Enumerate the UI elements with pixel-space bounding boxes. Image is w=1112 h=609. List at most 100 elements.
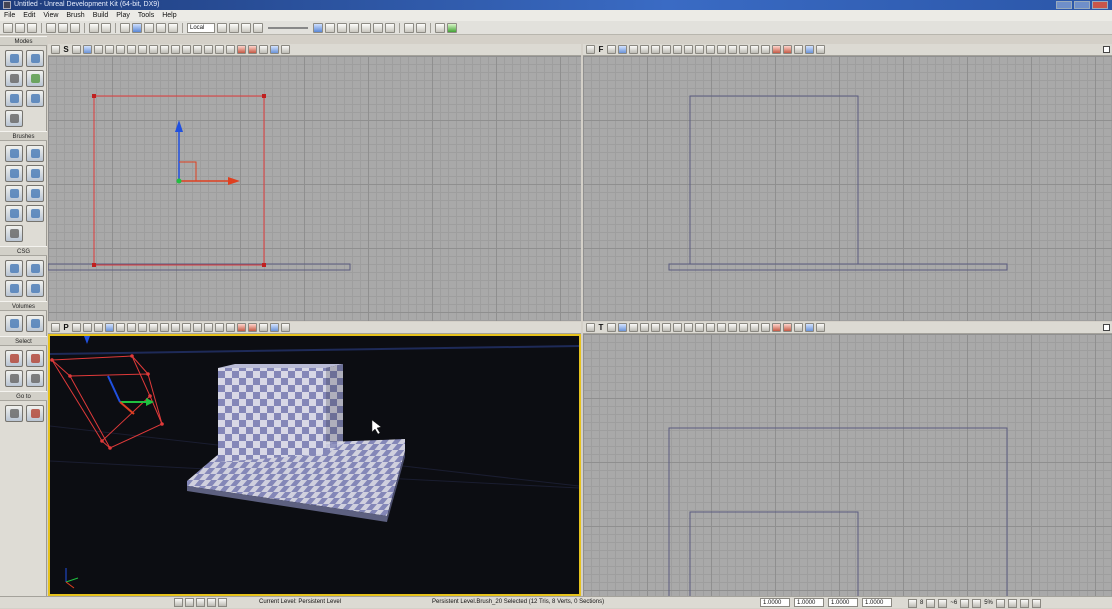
sound-icon[interactable]	[1019, 599, 1029, 608]
realtime-icon[interactable]	[761, 323, 770, 332]
light-complexity-icon[interactable]	[684, 323, 693, 332]
spiral-stair-brush-icon[interactable]	[5, 205, 23, 222]
terrain-mode-icon[interactable]	[5, 70, 23, 87]
lighting-info-icon[interactable]	[193, 323, 202, 332]
detail-lighting-icon[interactable]	[662, 45, 671, 54]
build-lighting-icon[interactable]	[325, 22, 335, 33]
menu-file[interactable]: File	[4, 10, 15, 21]
unlit-icon[interactable]	[105, 45, 114, 54]
lock-view-icon[interactable]	[783, 45, 792, 54]
brush-vertex[interactable]	[92, 94, 96, 98]
light-complexity-icon[interactable]	[149, 323, 158, 332]
maximize-button[interactable]	[1074, 1, 1090, 9]
build-paths-icon[interactable]	[337, 22, 347, 33]
menu-brush[interactable]: Brush	[66, 10, 84, 21]
matinee-icon[interactable]	[253, 22, 263, 33]
go-to-actor-icon[interactable]	[5, 405, 23, 422]
viewport-side[interactable]: S	[48, 44, 581, 321]
stats-icon[interactable]	[237, 45, 246, 54]
lit-icon[interactable]	[116, 323, 125, 332]
pivot-point[interactable]	[176, 178, 182, 184]
texture-density-icon[interactable]	[160, 45, 169, 54]
shader-complexity-icon[interactable]	[706, 323, 715, 332]
unlit-icon[interactable]	[105, 323, 114, 332]
csg-deintersect-icon[interactable]	[26, 280, 44, 297]
plane-handle[interactable]	[179, 161, 197, 181]
viewport-options-icon[interactable]	[586, 45, 595, 54]
wireframe-icon[interactable]	[94, 45, 103, 54]
csg-subtract-icon[interactable]	[26, 260, 44, 277]
window-title-bar[interactable]: Untitled - Unreal Development Kit (64-bi…	[0, 0, 1112, 10]
light-complexity-icon[interactable]	[149, 45, 158, 54]
scale-snap-icon[interactable]	[972, 599, 982, 608]
wireframe-icon[interactable]	[629, 45, 638, 54]
maximize-viewport-icon[interactable]	[794, 323, 803, 332]
binoculars-icon[interactable]	[217, 22, 227, 33]
menu-view[interactable]: View	[43, 10, 58, 21]
lighting-icon[interactable]	[373, 22, 383, 33]
grid-snap-icon[interactable]	[908, 599, 917, 608]
wireframe-icon[interactable]	[94, 323, 103, 332]
detail-lighting-icon[interactable]	[127, 323, 136, 332]
csg-add-icon[interactable]	[5, 260, 23, 277]
x-axis-arrow[interactable]	[119, 401, 135, 415]
redo-icon[interactable]	[101, 22, 111, 33]
translate-icon[interactable]	[132, 22, 142, 33]
world-properties-icon[interactable]	[218, 598, 227, 607]
reflections-icon[interactable]	[739, 323, 748, 332]
sheet-brush-icon[interactable]	[26, 185, 44, 202]
realtime-icon[interactable]	[761, 45, 770, 54]
lock-view-icon[interactable]	[783, 323, 792, 332]
lock-icon[interactable]	[72, 323, 81, 332]
z-axis-arrow[interactable]	[107, 375, 121, 403]
lock-icon[interactable]	[607, 45, 616, 54]
unlit-icon[interactable]	[640, 45, 649, 54]
play-in-editor-icon[interactable]	[447, 22, 457, 33]
kismet-icon[interactable]	[241, 22, 251, 33]
lock-view-icon[interactable]	[248, 45, 257, 54]
viewport-perspective[interactable]: P	[48, 322, 581, 596]
statistics-icon[interactable]	[385, 22, 395, 33]
geometry-mode-icon[interactable]	[26, 50, 44, 67]
menu-tools[interactable]: Tools	[138, 10, 154, 21]
go-to-builder-brush-icon[interactable]	[26, 405, 44, 422]
texture-mode-icon[interactable]	[26, 70, 44, 87]
monitor-icon[interactable]	[404, 22, 414, 33]
lighting-only-icon[interactable]	[138, 45, 147, 54]
record-icon[interactable]	[435, 22, 445, 33]
status-dropdown-icon[interactable]	[174, 598, 183, 607]
viewport-options-icon[interactable]	[586, 323, 595, 332]
game-view-icon[interactable]	[215, 45, 224, 54]
level-options-icon[interactable]	[196, 598, 205, 607]
viewport-type-label[interactable]: T	[597, 323, 605, 332]
drag-grid-x-field[interactable]: 1.0000	[760, 598, 790, 607]
shader-complexity-icon[interactable]	[706, 45, 715, 54]
autosave-select[interactable]	[1007, 599, 1017, 608]
lightmap-density-icon[interactable]	[182, 323, 191, 332]
wireframe-icon[interactable]	[629, 323, 638, 332]
lightmap-density-icon[interactable]	[717, 323, 726, 332]
select-icon[interactable]	[120, 22, 130, 33]
detail-lighting-icon[interactable]	[662, 323, 671, 332]
menu-build[interactable]: Build	[93, 10, 109, 21]
scale-icon[interactable]	[156, 22, 166, 33]
texture-density-icon[interactable]	[695, 45, 704, 54]
viewport-type-label[interactable]: S	[62, 45, 70, 54]
kismet-level-icon[interactable]	[207, 598, 216, 607]
invert-selection-icon[interactable]	[5, 370, 23, 387]
lock-icon[interactable]	[72, 45, 81, 54]
curved-stair-brush-icon[interactable]	[5, 165, 23, 182]
game-view-icon[interactable]	[750, 323, 759, 332]
fullscreen-icon[interactable]	[1031, 599, 1041, 608]
volumetric-brush-icon[interactable]	[5, 225, 23, 242]
brush-vertex[interactable]	[92, 263, 96, 267]
rotation-snap-select[interactable]	[960, 599, 970, 608]
show-all-icon[interactable]	[26, 370, 44, 387]
nonuniform-scale-icon[interactable]	[168, 22, 178, 33]
texture-density-icon[interactable]	[160, 323, 169, 332]
camera-mode-icon[interactable]	[5, 50, 23, 67]
viewport-options-icon[interactable]	[51, 45, 60, 54]
lighting-only-icon[interactable]	[673, 45, 682, 54]
autosave-icon[interactable]	[995, 599, 1005, 608]
lighting-info-icon[interactable]	[728, 323, 737, 332]
